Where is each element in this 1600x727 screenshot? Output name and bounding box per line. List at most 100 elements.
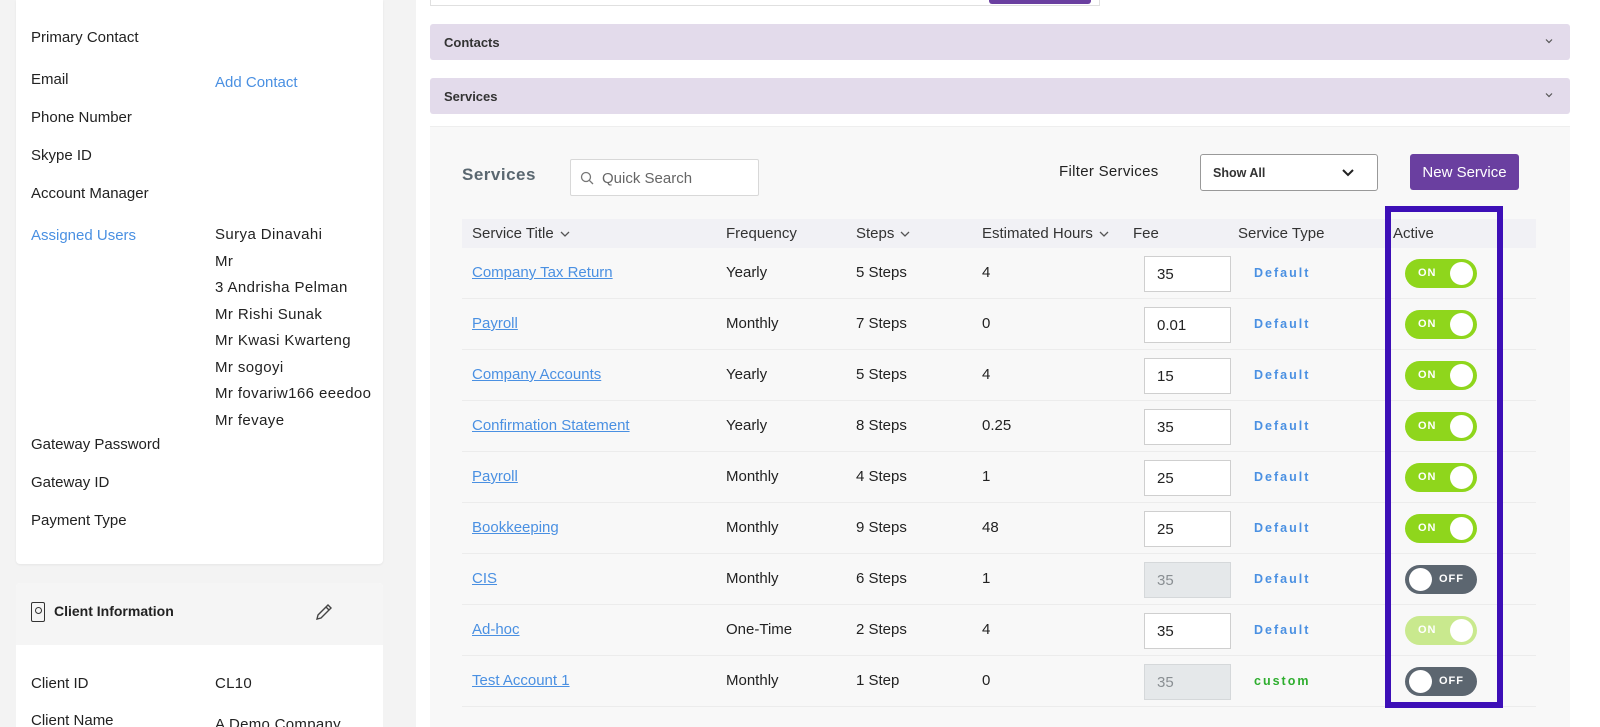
table-row: Payroll Monthly 7 Steps 0 Default ON (462, 299, 1536, 350)
service-title-link[interactable]: Ad-hoc (472, 621, 520, 638)
service-title-cell: Company Accounts (472, 366, 601, 383)
table-row: CIS Monthly 6 Steps 1 Default OFF (462, 554, 1536, 605)
frequency-cell: Monthly (726, 315, 779, 332)
service-title-link[interactable]: Bookkeeping (472, 519, 559, 536)
assigned-user: 3 Andrisha Pelman (215, 279, 348, 296)
toggle-knob (1450, 313, 1473, 336)
active-toggle[interactable]: ON (1405, 463, 1477, 492)
add-contact-link[interactable]: Add Contact (215, 74, 298, 91)
service-title-link[interactable]: Company Accounts (472, 366, 601, 383)
service-type-badge: Default (1254, 521, 1311, 535)
frequency-cell: Monthly (726, 672, 779, 689)
edit-pencil-icon[interactable] (313, 601, 335, 623)
active-toggle[interactable]: OFF (1405, 565, 1477, 594)
contacts-accordion[interactable]: Contacts (430, 24, 1570, 60)
table-row: Test Account 1 Monthly 1 Step 0 custom OFF (462, 656, 1536, 707)
frequency-cell: Yearly (726, 264, 768, 281)
frequency-cell: Monthly (726, 468, 779, 485)
service-type-badge: Default (1254, 470, 1311, 484)
active-toggle[interactable]: ON (1405, 361, 1477, 390)
table-row: Confirmation Statement Yearly 8 Steps 0.25 D… (462, 401, 1536, 452)
contact-details-card: Primary Contact Email Add Contact Phone … (16, 0, 383, 564)
toggle-state-label: ON (1418, 318, 1437, 330)
services-table: Service Title Frequency Steps Estimated … (462, 219, 1536, 707)
payment-type-label: Payment Type (31, 512, 127, 529)
account-manager-label: Account Manager (31, 185, 149, 202)
frequency-cell: One-Time (726, 621, 793, 638)
active-toggle[interactable]: ON (1405, 412, 1477, 441)
assigned-user: Mr sogoyi (215, 358, 284, 376)
service-title-link[interactable]: Payroll (472, 315, 518, 332)
fee-input[interactable] (1144, 460, 1231, 496)
sort-chevron-icon (1099, 231, 1109, 237)
fee-input[interactable] (1144, 409, 1231, 445)
column-header-hours[interactable]: Estimated Hours (982, 225, 1109, 242)
steps-cell: 7 Steps (856, 315, 907, 332)
client-name-label: Client Name (31, 712, 114, 727)
steps-cell: 2 Steps (856, 621, 907, 638)
table-body: Company Tax Return Yearly 5 Steps 4 Default O… (462, 248, 1536, 707)
hours-cell: 48 (982, 519, 999, 536)
toggle-knob (1450, 415, 1473, 438)
active-toggle[interactable]: ON (1405, 616, 1477, 645)
active-toggle[interactable]: ON (1405, 310, 1477, 339)
assigned-user: Mr Rishi Sunak (215, 305, 323, 323)
steps-cell: 4 Steps (856, 468, 907, 485)
assigned-user: Surya Dinavahi (215, 226, 323, 243)
fee-input[interactable] (1144, 613, 1231, 649)
filter-services-select[interactable]: Show All (1200, 154, 1378, 191)
service-title-link[interactable]: Test Account 1 (472, 672, 570, 689)
hours-cell: 0 (982, 315, 991, 332)
active-toggle[interactable]: ON (1405, 514, 1477, 543)
client-information-card: Client Information Client ID CL10 Client… (16, 583, 383, 727)
assigned-user: Mr fovariw166 eeedoo (215, 385, 372, 402)
service-title-link[interactable]: Confirmation Statement (472, 417, 630, 434)
client-id-value: CL10 (215, 675, 253, 692)
fee-input[interactable] (1144, 307, 1231, 343)
table-row: Payroll Monthly 4 Steps 1 Default ON (462, 452, 1536, 503)
quick-search-input[interactable] (602, 168, 752, 188)
services-accordion[interactable]: Services (430, 78, 1570, 114)
service-title-link[interactable]: CIS (472, 570, 497, 587)
quick-search-box[interactable] (570, 159, 759, 196)
steps-cell: 6 Steps (856, 570, 907, 587)
toggle-knob (1450, 364, 1473, 387)
service-type-badge: Default (1254, 572, 1311, 586)
client-information-header: Client Information (16, 583, 383, 645)
gateway-id-label: Gateway ID (31, 474, 110, 491)
hours-cell: 4 (982, 366, 991, 383)
toggle-knob (1409, 568, 1432, 591)
service-title-link[interactable]: Company Tax Return (472, 264, 613, 281)
active-toggle[interactable]: ON (1405, 259, 1477, 288)
fee-input[interactable] (1144, 256, 1231, 292)
service-title-cell: Bookkeeping (472, 519, 559, 536)
main-content: Contacts Services Services Filter Servic… (416, 0, 1600, 727)
fee-input (1144, 562, 1231, 598)
active-toggle[interactable]: OFF (1405, 667, 1477, 696)
assigned-user: Mr fevaye (215, 411, 285, 429)
hours-cell: 4 (982, 621, 991, 638)
toggle-state-label: ON (1418, 369, 1437, 381)
assigned-users-label[interactable]: Assigned Users (31, 227, 136, 244)
toggle-knob (1450, 517, 1473, 540)
column-header-active: Active (1393, 225, 1434, 242)
fee-input[interactable] (1144, 358, 1231, 394)
column-header-title[interactable]: Service Title (472, 225, 570, 242)
hours-cell: 0 (982, 672, 991, 689)
service-title-link[interactable]: Payroll (472, 468, 518, 485)
hours-cell: 0.25 (982, 417, 1012, 434)
active-tab-indicator[interactable] (989, 0, 1091, 4)
fee-input[interactable] (1144, 511, 1231, 547)
column-header-steps[interactable]: Steps (856, 225, 910, 242)
toggle-state-label: ON (1418, 624, 1437, 636)
skype-label: Skype ID (31, 147, 92, 164)
sort-chevron-icon (560, 231, 570, 237)
chevron-down-icon (1342, 169, 1354, 177)
hours-cell: 4 (982, 264, 991, 281)
new-service-button[interactable]: New Service (1410, 154, 1519, 190)
filter-services-label: Filter Services (1059, 163, 1159, 180)
services-panel: Services Filter Services Show All New Se… (430, 126, 1570, 727)
gateway-password-label: Gateway Password (31, 436, 161, 453)
frequency-cell: Yearly (726, 417, 768, 434)
service-title-cell: Test Account 1 (472, 672, 570, 689)
